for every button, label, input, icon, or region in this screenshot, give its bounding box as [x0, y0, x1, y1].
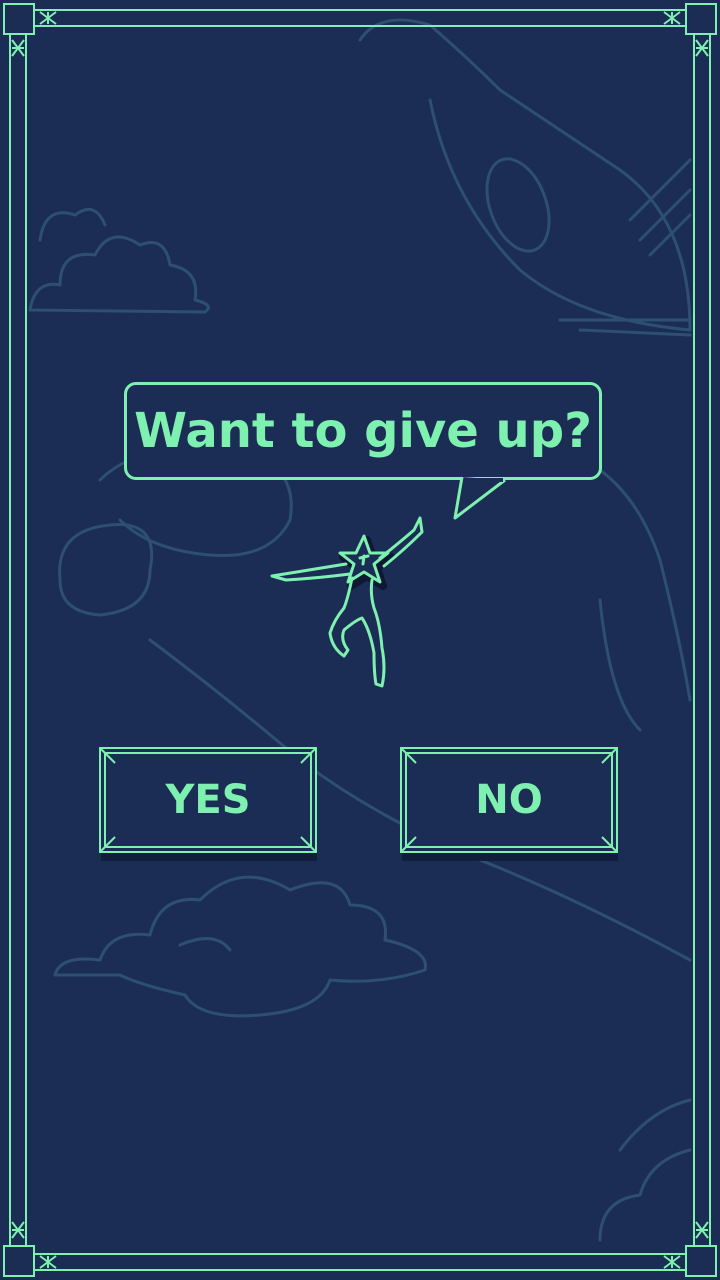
star-head-stickman-icon — [270, 516, 424, 688]
yes-button-label: YES — [165, 777, 251, 823]
give-up-dialog-screen: Want to give up? YES NO — [0, 0, 720, 1280]
no-button[interactable]: NO — [400, 747, 618, 861]
yes-button[interactable]: YES — [99, 747, 317, 861]
no-button-label: NO — [475, 777, 543, 823]
dialog-question: Want to give up? — [134, 403, 592, 459]
